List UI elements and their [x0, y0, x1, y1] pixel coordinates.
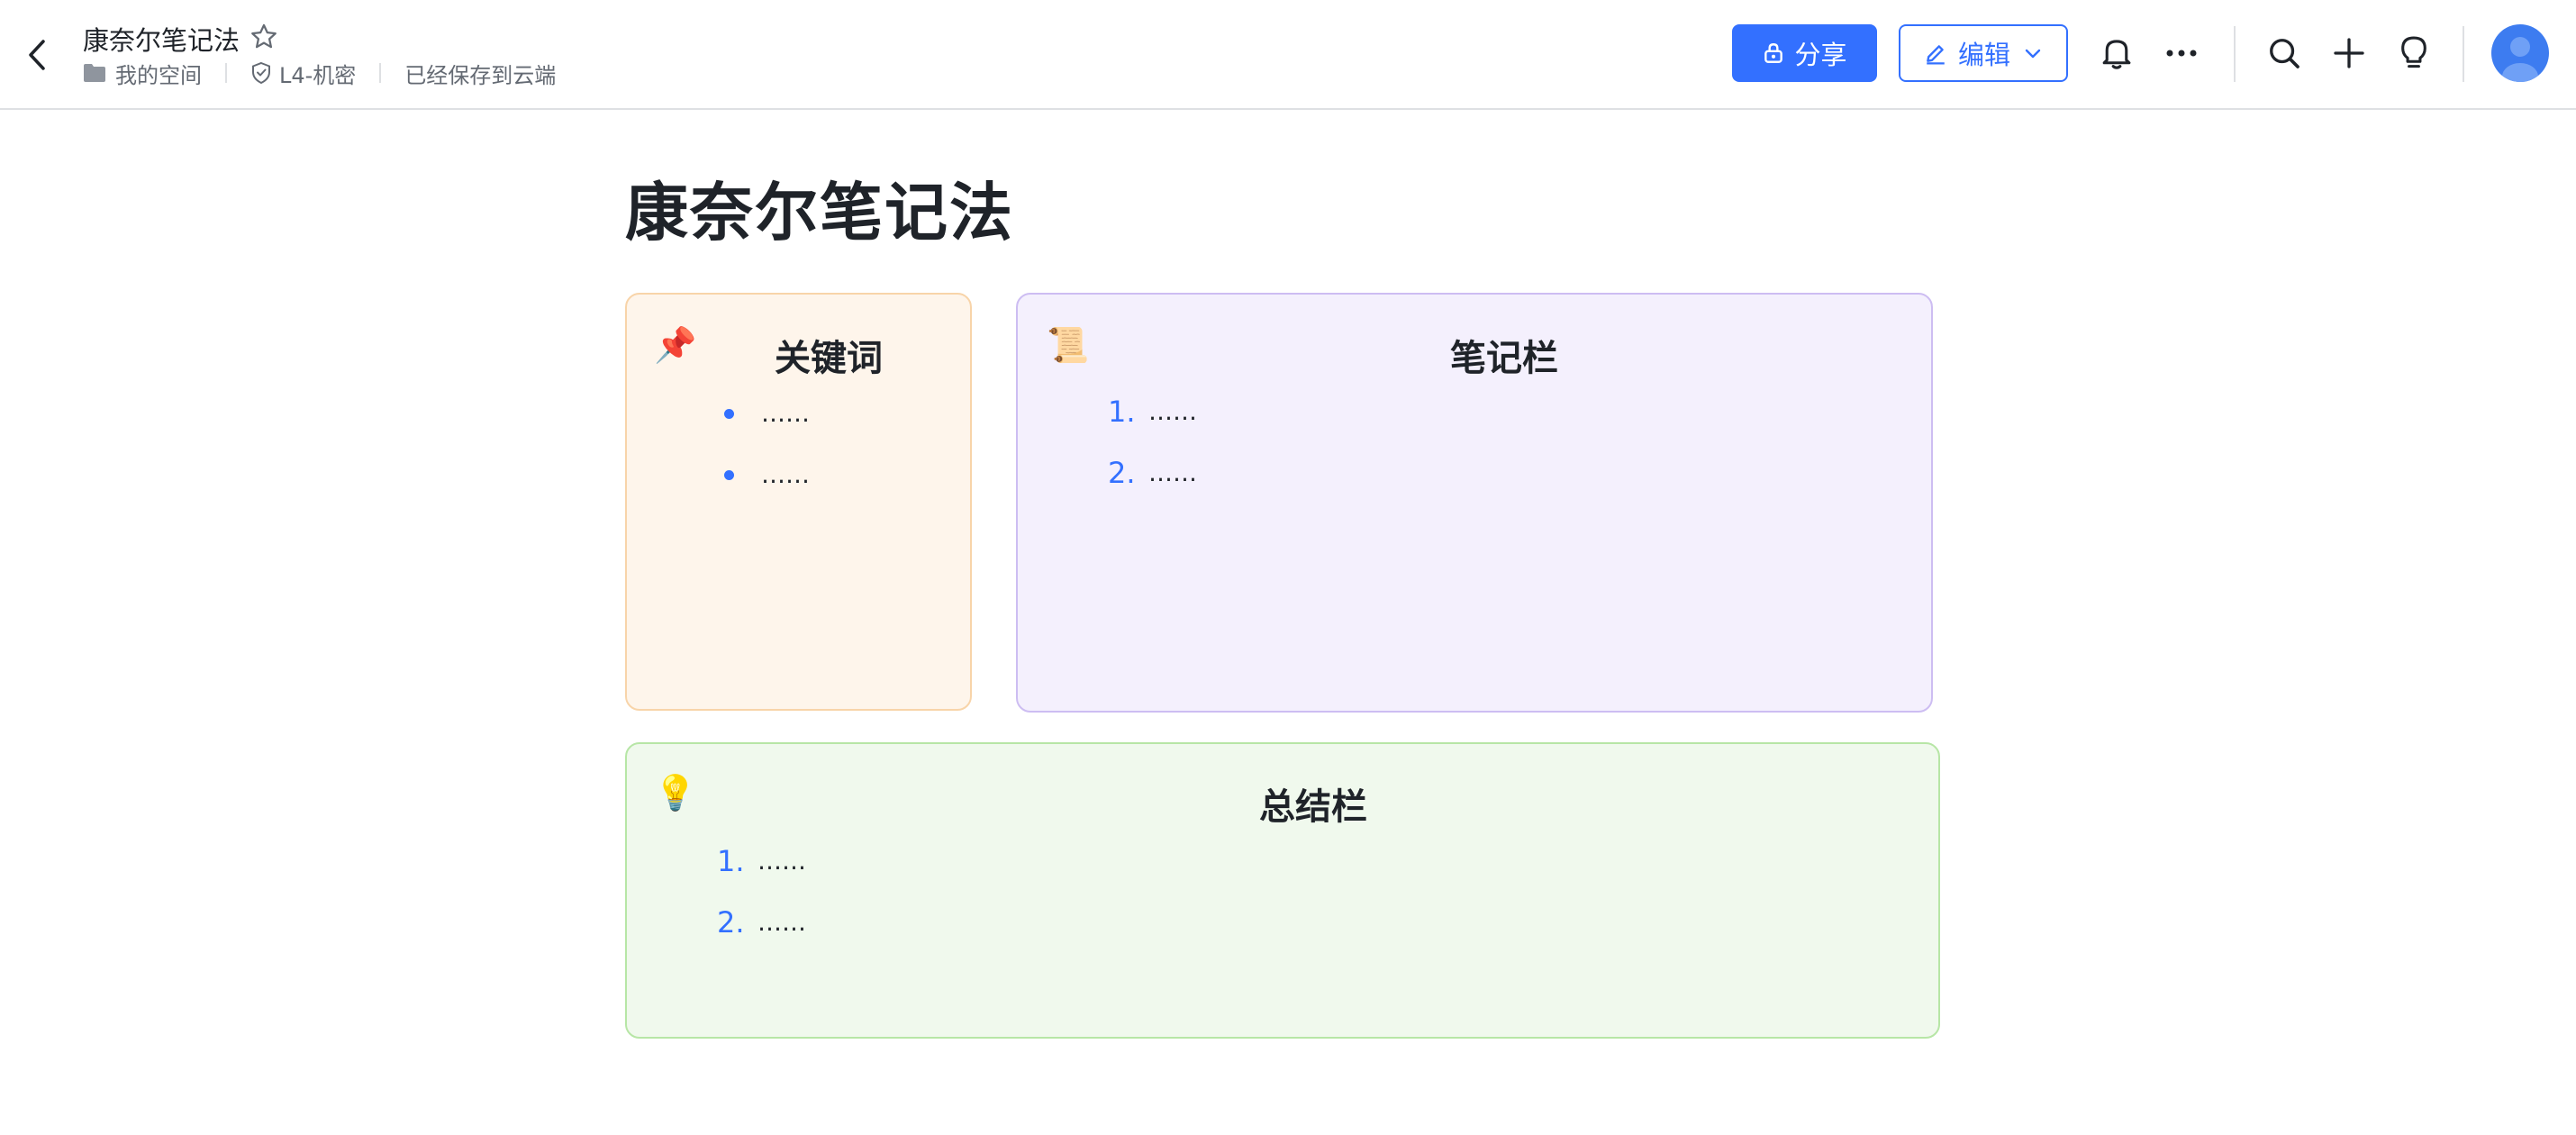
summary-card[interactable]: 💡 总结栏 1. …… 2. …… [625, 742, 1940, 1039]
list-item-text: …… [757, 908, 806, 937]
list-item[interactable]: 2. …… [1108, 455, 1197, 491]
avatar[interactable] [2491, 24, 2549, 82]
search-icon[interactable] [2264, 33, 2304, 73]
bullet-icon [724, 408, 734, 419]
list-number: 1. [717, 844, 745, 878]
location-label: 我的空间 [115, 62, 202, 88]
bullet-icon [724, 469, 734, 480]
keywords-card[interactable]: 📌 关键词 …… …… [625, 293, 972, 711]
meta-divider [379, 63, 382, 83]
bell-icon[interactable] [2097, 33, 2136, 73]
shield-icon [252, 61, 270, 85]
list-item-text: …… [761, 460, 810, 489]
header-divider [2463, 26, 2464, 82]
list-item[interactable]: 1. …… [717, 843, 806, 879]
list-number: 2. [1108, 456, 1136, 490]
list-item-text: …… [1148, 459, 1197, 487]
scroll-icon: 📜 [1047, 325, 1090, 365]
pushpin-icon: 📌 [654, 325, 697, 365]
share-label: 分享 [1794, 40, 1847, 70]
doc-meta: 我的空间 L4-机密 已经保存到云端 [83, 58, 556, 88]
page-title: 康奈尔笔记法 [625, 176, 1014, 250]
header-divider [2234, 26, 2236, 82]
list-item[interactable]: 1. …… [1108, 394, 1197, 430]
pen-icon [1927, 45, 1945, 65]
share-button[interactable]: 分享 [1732, 24, 1877, 82]
list-item-text: …… [1148, 397, 1197, 426]
doc-title: 康奈尔笔记法 [83, 25, 240, 56]
lightbulb-emoji-icon: 💡 [654, 773, 697, 813]
chevron-down-icon [2025, 49, 2041, 59]
location-link[interactable]: 我的空间 [83, 58, 202, 89]
keywords-title: 关键词 [775, 338, 883, 379]
lightbulb-icon[interactable] [2394, 33, 2434, 73]
security-level[interactable]: L4-机密 [250, 58, 356, 89]
save-status-label: 已经保存到云端 [404, 62, 557, 88]
meta-divider [225, 63, 227, 83]
list-item-text: …… [761, 399, 810, 428]
list-number: 2. [717, 905, 745, 940]
lock-icon [1764, 43, 1783, 63]
save-status: 已经保存到云端 [404, 58, 556, 89]
list-item-text: …… [757, 847, 806, 876]
list-item[interactable]: …… [724, 457, 810, 493]
edit-button[interactable]: 编辑 [1899, 24, 2068, 82]
list-number: 1. [1108, 395, 1136, 429]
notes-card[interactable]: 📜 笔记栏 1. …… 2. …… [1016, 293, 1933, 713]
more-icon[interactable] [2162, 33, 2201, 73]
notes-title: 笔记栏 [1450, 338, 1558, 379]
back-arrow-icon[interactable] [23, 36, 52, 74]
summary-title: 总结栏 [1259, 786, 1367, 828]
plus-icon[interactable] [2329, 33, 2369, 73]
edit-label: 编辑 [1957, 40, 2010, 70]
top-bar: 康奈尔笔记法 我的空间 L4-机密 已经保存到云端 分享 编辑 [0, 0, 2576, 110]
folder-icon [84, 64, 105, 82]
star-icon[interactable] [249, 22, 279, 52]
list-item[interactable]: 2. …… [717, 904, 806, 940]
list-item[interactable]: …… [724, 395, 810, 431]
security-label: L4-机密 [279, 62, 357, 88]
